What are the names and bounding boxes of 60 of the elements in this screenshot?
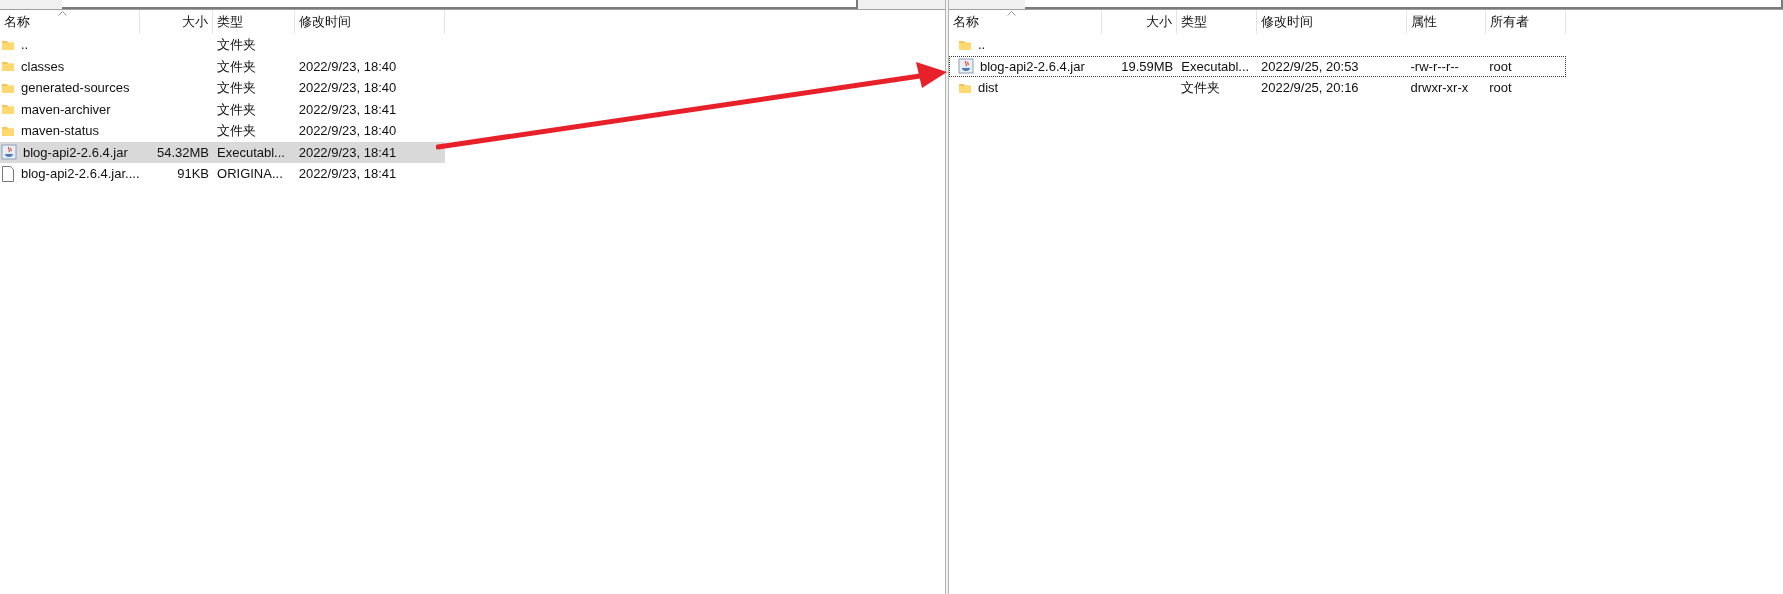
table-cell-text: drwxr-xr-x — [1410, 79, 1469, 97]
column-header[interactable]: 大小 — [140, 10, 213, 34]
table-cell-text: 2022/9/23, 18:41 — [298, 165, 397, 183]
table-cell-text: 2022/9/23, 18:40 — [298, 57, 397, 76]
table-cell-text: 文件夹 — [217, 79, 257, 97]
file-name: dist — [978, 79, 999, 97]
column-header[interactable]: 属性 — [1407, 10, 1486, 34]
column-header[interactable]: 名称 — [0, 10, 140, 34]
table-cell-text: 54.32MB — [157, 143, 210, 162]
file-name: blog-api2-2.6.4.jar — [23, 143, 128, 162]
column-header[interactable]: 修改时间 — [1257, 10, 1407, 34]
table-cell-text: 2022/9/23, 18:41 — [298, 143, 397, 162]
table-cell-text: 文件夹 — [217, 57, 257, 76]
table-cell-text: 91KB — [177, 165, 210, 183]
table-cell-text: Executabl... — [217, 143, 285, 162]
file-name: maven-archiver — [21, 100, 111, 119]
file-name: maven-status — [21, 122, 100, 140]
file-name: .. — [21, 36, 29, 54]
table-cell-text: 文件夹 — [217, 36, 257, 54]
file-row[interactable]: blog-api2-2.6.4.jar.... 91KB ORIGINA... 2022/9/23, 18:41 — [0, 163, 445, 185]
table-cell-text: ORIGINA... — [217, 165, 283, 183]
file-name: blog-api2-2.6.4.jar.... — [21, 165, 140, 183]
file-name: generated-sources — [21, 79, 130, 97]
table-cell-text: root — [1489, 57, 1512, 76]
table-cell-text: 文件夹 — [217, 100, 257, 119]
column-header[interactable]: 大小 — [1102, 10, 1177, 34]
table-cell-text: -rw-r--r-- — [1410, 57, 1459, 76]
column-header[interactable]: 名称 — [949, 10, 1102, 34]
table-cell-text: 2022/9/23, 18:41 — [298, 100, 397, 119]
file-name: blog-api2-2.6.4.jar — [980, 57, 1085, 76]
table-cell-text: root — [1489, 79, 1512, 97]
column-header[interactable]: 所有者 — [1486, 10, 1566, 34]
jar-file-icon — [958, 58, 974, 75]
file-name: .. — [978, 36, 986, 54]
file-row[interactable]: .. — [949, 34, 1566, 56]
table-cell-text: Executabl... — [1181, 57, 1250, 76]
file-row[interactable]: dist 文件夹 2022/9/25, 20:16 drwxr-xr-x root — [949, 77, 1566, 99]
table-cell-text: 文件夹 — [1181, 79, 1221, 97]
column-header[interactable]: 类型 — [1177, 10, 1257, 34]
folder-icon — [1, 59, 15, 74]
file-row[interactable]: maven-archiver 文件夹 2022/9/23, 18:41 — [0, 98, 445, 120]
file-row[interactable]: maven-status 文件夹 2022/9/23, 18:40 — [0, 120, 445, 142]
file-name: classes — [21, 57, 65, 76]
file-row[interactable]: blog-api2-2.6.4.jar 54.32MB Executabl... 2022/9/23, 18:41 — [0, 141, 445, 163]
jar-file-icon — [1, 144, 17, 161]
file-row[interactable]: blog-api2-2.6.4.jar 19.59MB Executabl... 2022/9/25, 20:53 -rw-r--r-- root — [949, 55, 1566, 77]
table-cell-text: 2022/9/25, 20:53 — [1261, 57, 1359, 76]
path-field[interactable] — [1025, 0, 1783, 9]
table-cell-text: 文件夹 — [217, 122, 257, 140]
file-row[interactable]: classes 文件夹 2022/9/23, 18:40 — [0, 55, 445, 77]
table-cell-text: 2022/9/25, 20:16 — [1261, 79, 1359, 97]
column-header[interactable]: 修改时间 — [295, 10, 445, 34]
folder-icon — [1, 102, 15, 117]
table-cell-text: 19.59MB — [1121, 57, 1174, 76]
table-cell-text: 2022/9/23, 18:40 — [298, 122, 397, 140]
column-header[interactable]: 类型 — [213, 10, 295, 34]
file-row[interactable]: generated-sources 文件夹 2022/9/23, 18:40 — [0, 77, 445, 99]
file-row[interactable]: .. 文件夹 — [0, 34, 445, 56]
path-field[interactable] — [62, 0, 858, 9]
table-cell-text: 2022/9/23, 18:40 — [298, 79, 397, 97]
